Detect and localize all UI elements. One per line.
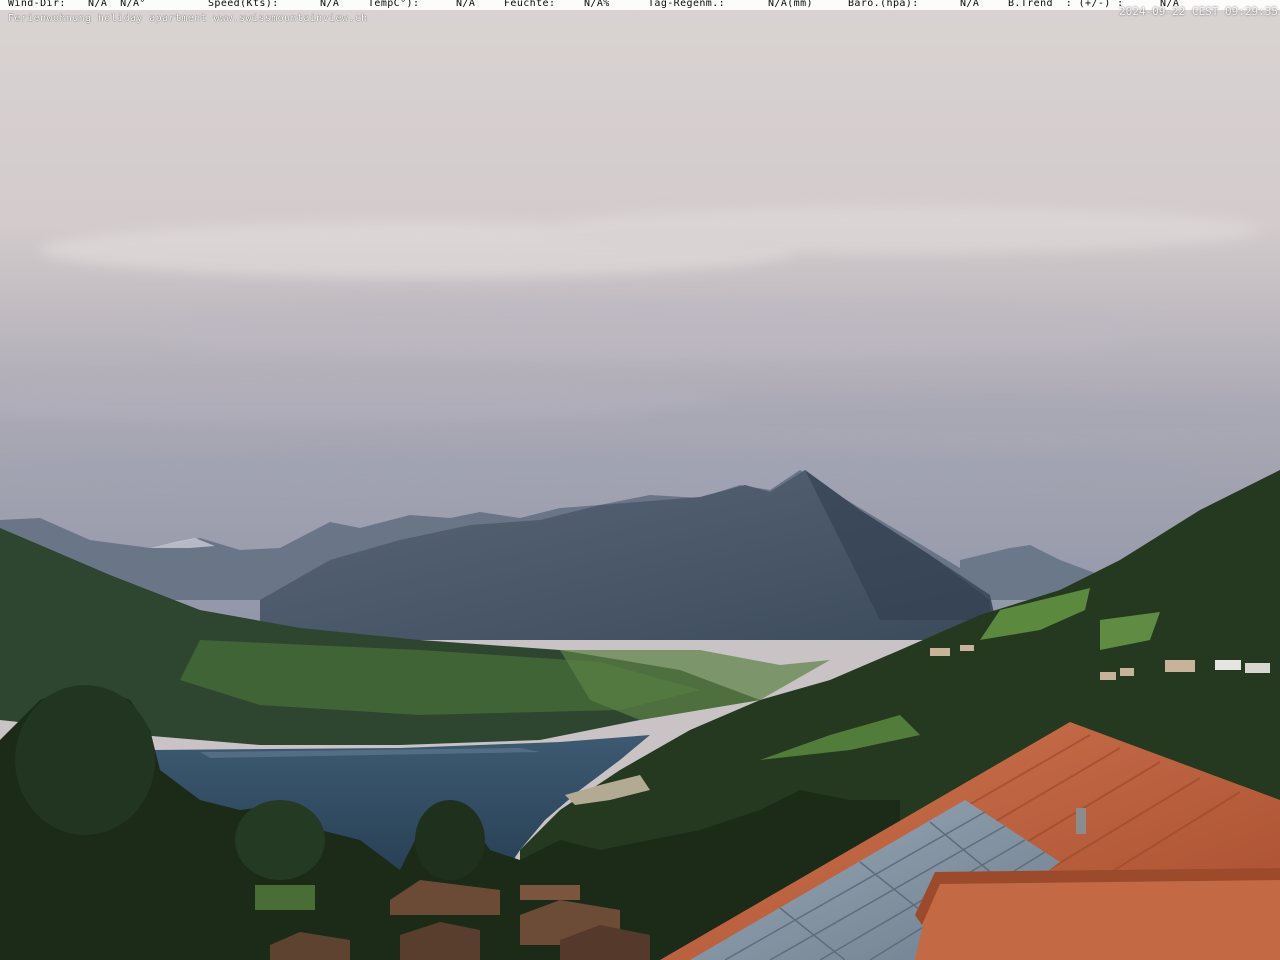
chimney-vent <box>1076 808 1086 834</box>
tree-crown <box>235 800 325 880</box>
weather-status-bar: Wind-Dir: N/A N/A° Speed(Kts): N/A TempC… <box>0 0 1280 10</box>
wind-dir-value: N/A N/A° <box>88 0 146 9</box>
webcam-caption: Ferienwohnung holiday apartment www.swis… <box>8 13 368 24</box>
baro-label: Baro.(hpa): <box>848 0 919 9</box>
caption-line: Ferienwohnung holiday apartment www.swis… <box>0 13 1280 25</box>
temp-value: N/A <box>456 0 476 9</box>
wind-dir-label: Wind-Dir: <box>8 0 66 9</box>
baro-value: N/A <box>960 0 980 9</box>
timestamp: 2024-09-22 CEST 09:29:35 <box>1119 5 1278 18</box>
speed-label: Speed(Kts): <box>208 0 279 9</box>
webcam-landscape-image <box>0 0 1280 960</box>
rain-value: N/A(mm) <box>768 0 813 9</box>
speed-value: N/A <box>320 0 340 9</box>
humidity-label: Feuchte: <box>504 0 556 9</box>
rain-label: Tag-Regenm.: <box>648 0 726 9</box>
temp-label: TempC°): <box>368 0 420 9</box>
tree-crown <box>415 800 485 880</box>
tree-crown <box>15 685 155 835</box>
trend-label: B.Trend : (+/-) : <box>1008 0 1124 9</box>
humidity-value: N/A% <box>584 0 610 9</box>
